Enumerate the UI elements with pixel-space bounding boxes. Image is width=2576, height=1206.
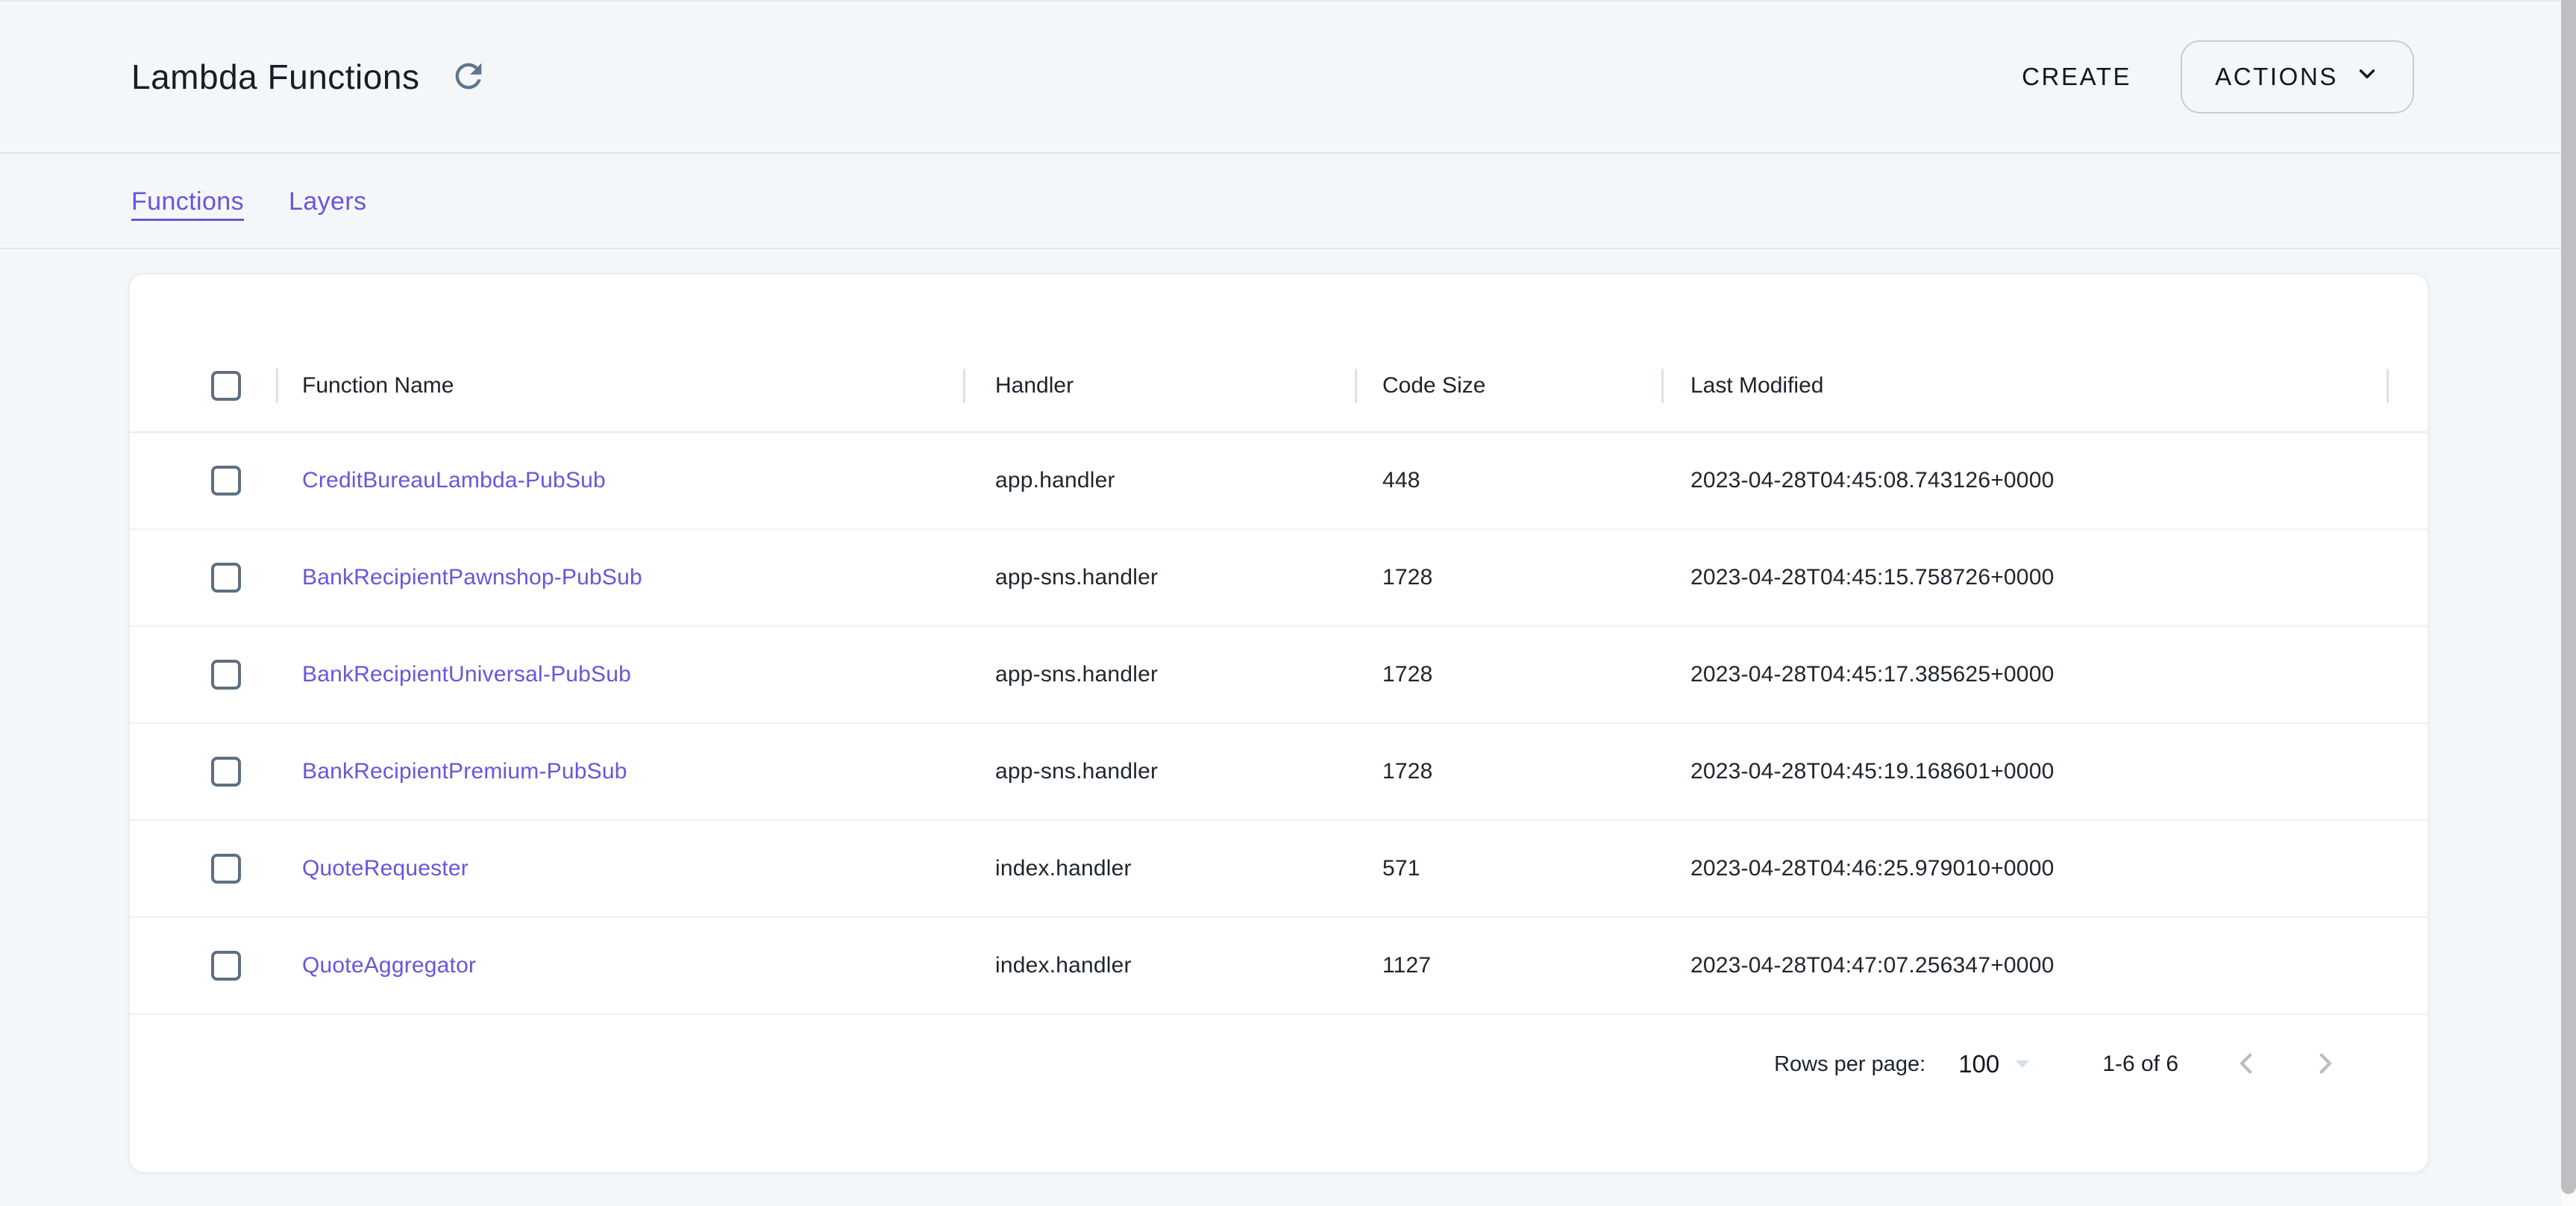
column-header-code-size[interactable]: Code Size	[1355, 340, 1661, 431]
function-name-cell: BankRecipientPawnshop-PubSub	[276, 530, 963, 625]
code-size-cell: 571	[1355, 821, 1661, 916]
refresh-button[interactable]	[445, 53, 492, 101]
function-name-cell: BankRecipientPremium-PubSub	[276, 724, 963, 819]
column-header-handler[interactable]: Handler	[963, 340, 1355, 431]
column-header-spacer	[2387, 340, 2428, 431]
function-name-cell: BankRecipientUniversal-PubSub	[276, 627, 963, 722]
row-spacer-cell	[2387, 433, 2428, 528]
column-header-function-name[interactable]: Function Name	[276, 340, 963, 431]
chevron-down-icon	[2354, 61, 2380, 93]
function-name-link[interactable]: BankRecipientPremium-PubSub	[302, 759, 627, 784]
row-checkbox-cell	[130, 530, 276, 625]
select-caret-icon	[2016, 1060, 2029, 1068]
last-modified-cell: 2023-04-28T04:45:17.385625+0000	[1661, 627, 2387, 722]
function-name-link[interactable]: BankRecipientPawnshop-PubSub	[302, 565, 642, 590]
chevron-left-icon	[2231, 1048, 2263, 1081]
tabs-bar: Functions Layers	[0, 155, 2561, 249]
rows-per-page-value: 100	[1958, 1050, 1999, 1078]
row-checkbox-cell	[130, 918, 276, 1013]
row-checkbox-cell	[130, 724, 276, 819]
table-row: BankRecipientPremium-PubSub app-sns.hand…	[130, 724, 2428, 821]
code-size-cell: 1728	[1355, 530, 1661, 625]
pagination-range-label: 1-6 of 6	[2102, 1052, 2178, 1077]
row-checkbox[interactable]	[211, 660, 241, 690]
next-page-button[interactable]	[2302, 1042, 2347, 1087]
row-checkbox[interactable]	[211, 854, 241, 884]
last-modified-cell: 2023-04-28T04:45:19.168601+0000	[1661, 724, 2387, 819]
handler-cell: app-sns.handler	[963, 530, 1355, 625]
function-name-cell: QuoteAggregator	[276, 918, 963, 1013]
row-spacer-cell	[2387, 627, 2428, 722]
last-modified-cell: 2023-04-28T04:46:25.979010+0000	[1661, 821, 2387, 916]
row-checkbox-cell	[130, 627, 276, 722]
handler-cell: app.handler	[963, 433, 1355, 528]
table-row: CreditBureauLambda-PubSub app.handler 44…	[130, 433, 2428, 530]
table-pagination: Rows per page: 100 1-6 of 6	[130, 1015, 2428, 1113]
table-row: BankRecipientUniversal-PubSub app-sns.ha…	[130, 627, 2428, 724]
table-row: BankRecipientPawnshop-PubSub app-sns.han…	[130, 530, 2428, 627]
tab-functions[interactable]: Functions	[131, 187, 244, 216]
row-spacer-cell	[2387, 530, 2428, 625]
header-actions: CREATE ACTIONS	[2004, 40, 2414, 113]
actions-button-label: ACTIONS	[2215, 63, 2338, 91]
row-checkbox[interactable]	[211, 757, 241, 787]
table-header-row: Function Name Handler Code Size Last Mod…	[130, 340, 2428, 433]
function-name-link[interactable]: CreditBureauLambda-PubSub	[302, 468, 606, 493]
rows-per-page-select[interactable]: 100	[1958, 1050, 2029, 1078]
row-spacer-cell	[2387, 821, 2428, 916]
select-all-checkbox[interactable]	[211, 371, 241, 401]
row-spacer-cell	[2387, 918, 2428, 1013]
function-name-link[interactable]: QuoteRequester	[302, 856, 468, 881]
rows-per-page-label: Rows per page:	[1774, 1052, 1925, 1077]
scrollbar-track	[2561, 0, 2576, 1206]
row-checkbox[interactable]	[211, 563, 241, 593]
code-size-cell: 448	[1355, 433, 1661, 528]
page-header: Lambda Functions CREATE ACTIONS	[0, 0, 2561, 154]
function-name-link[interactable]: QuoteAggregator	[302, 953, 476, 978]
code-size-cell: 1728	[1355, 724, 1661, 819]
row-spacer-cell	[2387, 724, 2428, 819]
tab-layers[interactable]: Layers	[289, 187, 366, 216]
code-size-cell: 1127	[1355, 918, 1661, 1013]
table-row: QuoteRequester index.handler 571 2023-04…	[130, 821, 2428, 918]
row-checkbox[interactable]	[211, 951, 241, 981]
handler-cell: app-sns.handler	[963, 627, 1355, 722]
function-name-cell: QuoteRequester	[276, 821, 963, 916]
row-checkbox[interactable]	[211, 466, 241, 496]
page-title: Lambda Functions	[131, 57, 419, 97]
lambda-functions-page: Lambda Functions CREATE ACTIONS Function…	[0, 0, 2576, 1206]
create-button[interactable]: CREATE	[2004, 49, 2149, 104]
previous-page-button[interactable]	[2225, 1042, 2269, 1087]
table-body: CreditBureauLambda-PubSub app.handler 44…	[130, 433, 2428, 1015]
row-checkbox-cell	[130, 433, 276, 528]
last-modified-cell: 2023-04-28T04:45:15.758726+0000	[1661, 530, 2387, 625]
table-row: QuoteAggregator index.handler 1127 2023-…	[130, 918, 2428, 1015]
refresh-icon	[449, 57, 488, 98]
function-name-link[interactable]: BankRecipientUniversal-PubSub	[302, 662, 631, 687]
handler-cell: index.handler	[963, 918, 1355, 1013]
functions-table: Function Name Handler Code Size Last Mod…	[130, 340, 2428, 1113]
functions-table-card: Function Name Handler Code Size Last Mod…	[128, 273, 2429, 1173]
code-size-cell: 1728	[1355, 627, 1661, 722]
header-checkbox-cell	[130, 340, 276, 431]
last-modified-cell: 2023-04-28T04:47:07.256347+0000	[1661, 918, 2387, 1013]
actions-button[interactable]: ACTIONS	[2181, 40, 2414, 113]
row-checkbox-cell	[130, 821, 276, 916]
scrollbar-thumb[interactable]	[2561, 0, 2576, 1194]
handler-cell: app-sns.handler	[963, 724, 1355, 819]
last-modified-cell: 2023-04-28T04:45:08.743126+0000	[1661, 433, 2387, 528]
chevron-right-icon	[2309, 1048, 2340, 1081]
handler-cell: index.handler	[963, 821, 1355, 916]
function-name-cell: CreditBureauLambda-PubSub	[276, 433, 963, 528]
column-header-last-modified[interactable]: Last Modified	[1661, 340, 2387, 431]
